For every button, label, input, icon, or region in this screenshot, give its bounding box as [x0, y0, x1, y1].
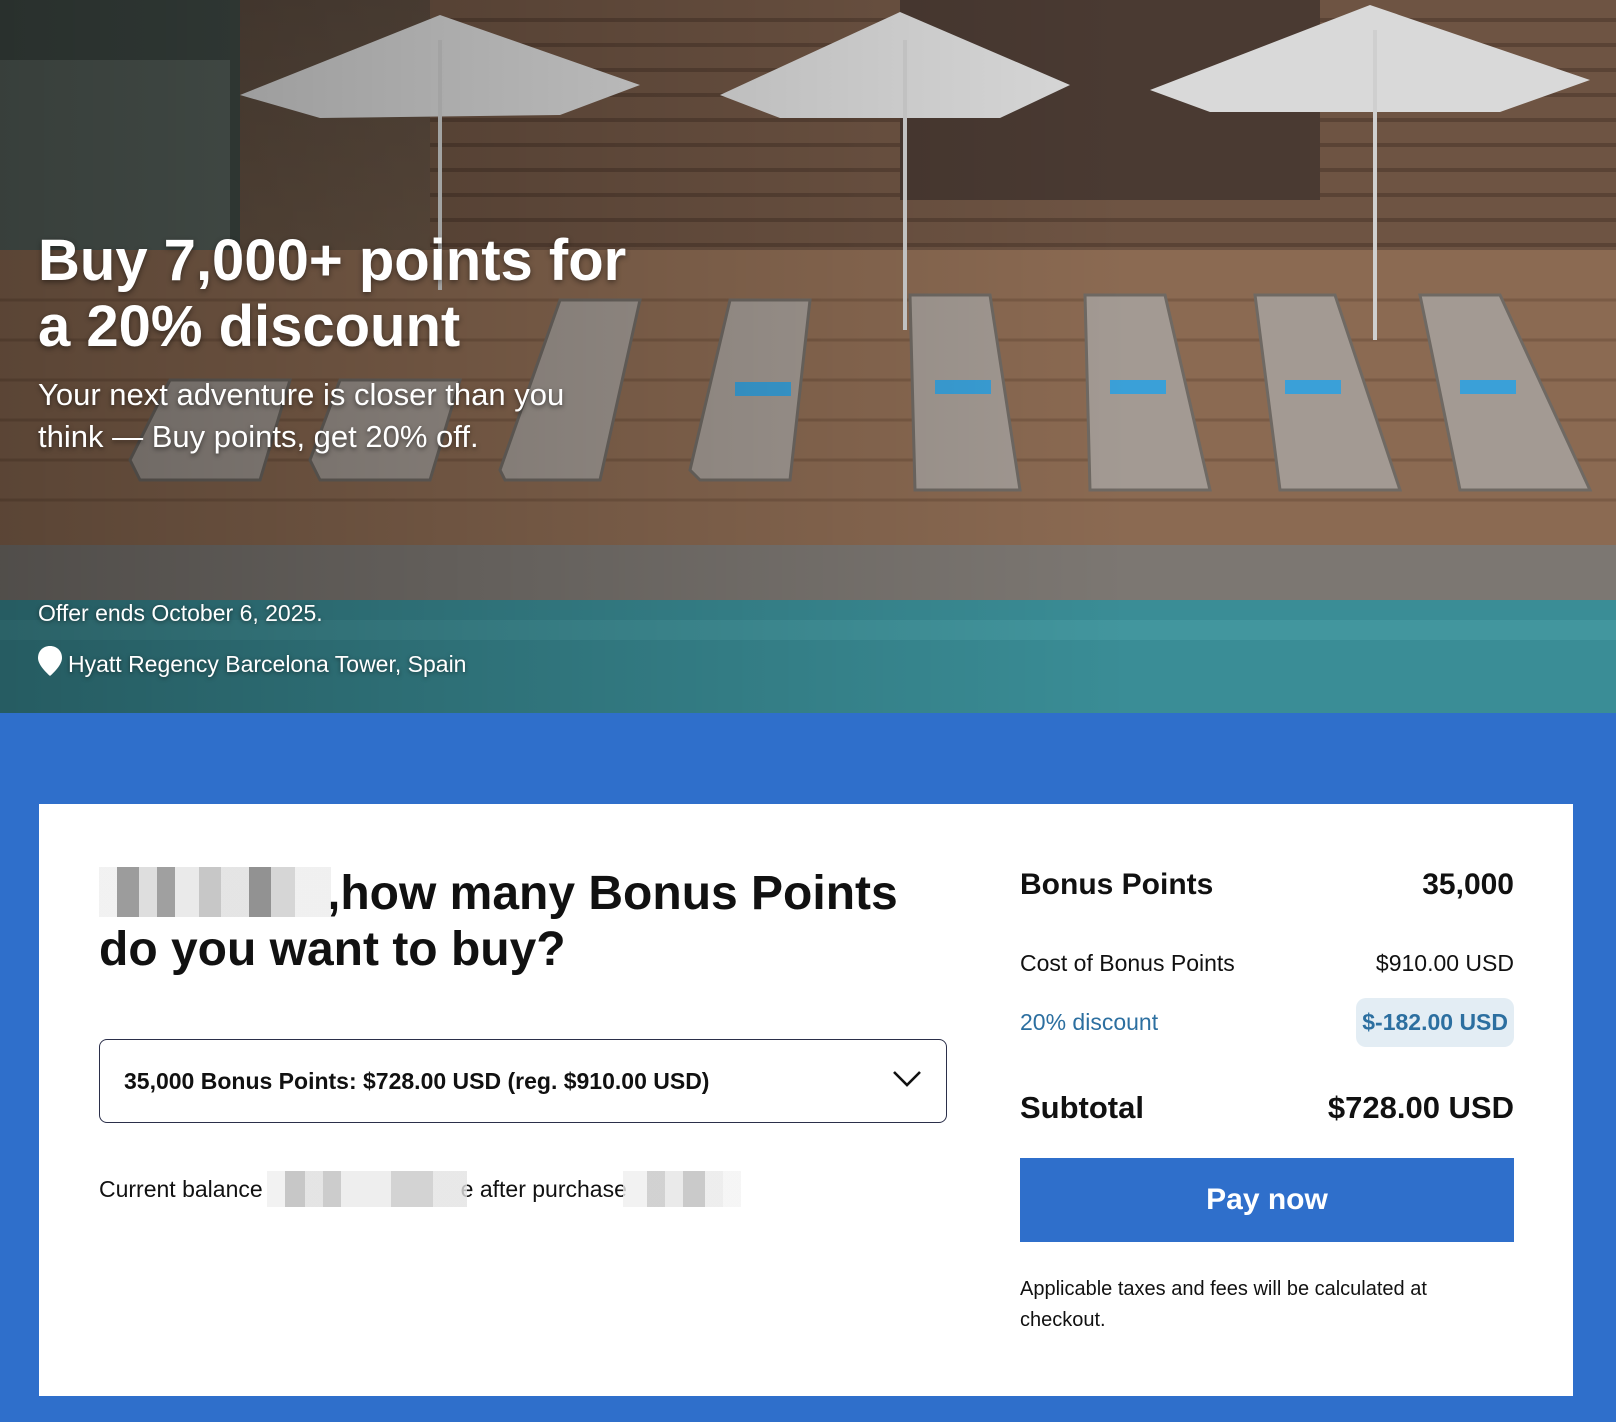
- map-pin-icon: [38, 646, 62, 682]
- summary-cost-row: Cost of Bonus Points $910.00 USD: [1020, 950, 1514, 977]
- redacted-member-name: [99, 867, 331, 917]
- redacted-balance-after: [622, 1171, 741, 1207]
- hotel-location: Hyatt Regency Barcelona Tower, Spain: [38, 646, 466, 682]
- redacted-balance: [266, 1171, 467, 1207]
- chevron-down-icon: [892, 1070, 922, 1093]
- hero-title: Buy 7,000+ points for a 20% discount: [38, 228, 627, 359]
- subtotal-label: Subtotal: [1020, 1090, 1144, 1125]
- subtotal-value: $728.00 USD: [1327, 1090, 1514, 1125]
- hotel-location-text: Hyatt Regency Barcelona Tower, Spain: [68, 650, 467, 677]
- points-amount-select-value: 35,000 Bonus Points: $728.00 USD (reg. $…: [124, 1067, 710, 1094]
- discount-label: 20% discount: [1020, 1009, 1159, 1035]
- points-amount-select[interactable]: 35,000 Bonus Points: $728.00 USD (reg. $…: [99, 1039, 947, 1123]
- hero-banner: Buy 7,000+ points for a 20% discount You…: [0, 0, 1616, 713]
- purchase-question: ,how many Bonus Points do you want to bu…: [99, 866, 919, 978]
- bonus-points-label: Bonus Points: [1020, 868, 1214, 901]
- summary-discount-row: 20% discount $-182.00 USD: [1020, 998, 1514, 1047]
- discount-value-badge: $-182.00 USD: [1356, 998, 1514, 1047]
- current-balance-label: Current balance: [99, 1175, 263, 1202]
- hero-subtitle: Your next adventure is closer than you t…: [38, 377, 565, 454]
- taxes-note: Applicable taxes and fees will be calcul…: [1020, 1278, 1427, 1331]
- cost-value: $910.00 USD: [1375, 950, 1514, 976]
- offer-end-date: Offer ends October 6, 2025.: [38, 600, 323, 626]
- purchase-card: ,how many Bonus Points do you want to bu…: [39, 804, 1573, 1396]
- bonus-points-value: 35,000: [1422, 868, 1514, 901]
- summary-bonus-points-row: Bonus Points 35,000: [1020, 868, 1514, 902]
- balance-line: Current balance e after purchase: [99, 1171, 741, 1207]
- summary-subtotal-row: Subtotal $728.00 USD: [1020, 1090, 1514, 1126]
- cost-label: Cost of Bonus Points: [1020, 950, 1235, 976]
- pay-now-button[interactable]: Pay now: [1020, 1158, 1514, 1242]
- balance-after-label: e after purchase: [460, 1175, 627, 1202]
